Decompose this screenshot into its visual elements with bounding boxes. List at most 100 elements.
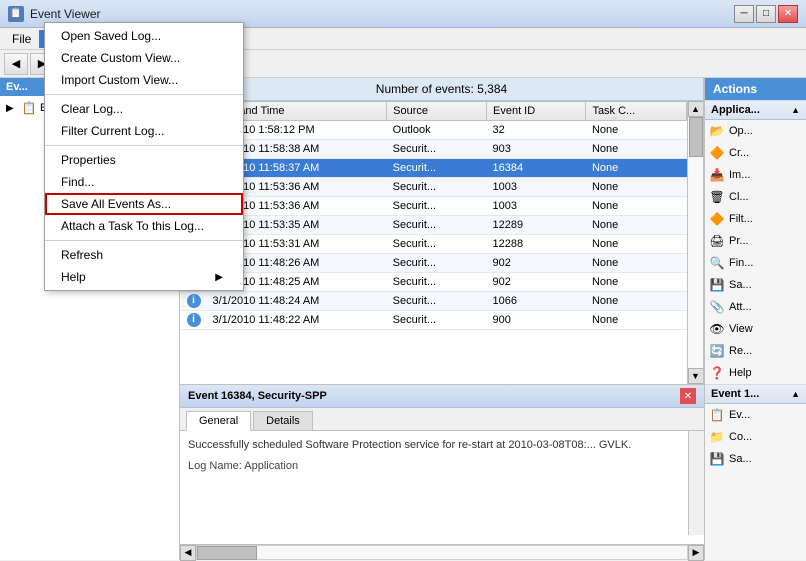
action-item-0-0[interactable]: 📂 Op... [705, 120, 806, 142]
action-group-label: Event 1... [711, 388, 759, 400]
maximize-button[interactable]: □ [756, 5, 776, 23]
action-item-icon: 📋 [709, 407, 725, 423]
col-task[interactable]: Task C... [586, 102, 687, 121]
scroll-down-arrow[interactable]: ▼ [688, 368, 704, 384]
table-row[interactable]: i3/1/2010 11:53:36 AMSecurit...1003None [181, 178, 687, 197]
menu-item-5[interactable]: Properties [45, 149, 243, 171]
menu-item-10[interactable]: Help▶ [45, 266, 243, 288]
tab-general[interactable]: General [186, 411, 251, 431]
tree-icon: 📋 [21, 100, 37, 116]
table-cell: 32 [487, 121, 586, 140]
table-cell: 902 [487, 273, 586, 292]
menu-item-6[interactable]: Find... [45, 171, 243, 193]
menu-separator [45, 94, 243, 95]
scroll-right-btn[interactable]: ▶ [688, 545, 704, 561]
action-item-1-0[interactable]: 📋 Ev... [705, 404, 806, 426]
menu-item-1[interactable]: Create Custom View... [45, 47, 243, 69]
menu-item-2[interactable]: Import Custom View... [45, 69, 243, 91]
hscroll-track[interactable] [196, 545, 688, 560]
back-button[interactable]: ◀ [4, 53, 28, 75]
action-item-label: Ev... [729, 409, 750, 421]
action-item-0-3[interactable]: 🗑Cl... [705, 186, 806, 208]
table-cell: None [586, 311, 687, 330]
row-icon: i [187, 313, 201, 327]
table-cell: None [586, 197, 687, 216]
table-row[interactable]: i3/1/2010 11:48:22 AMSecurit...900None [181, 311, 687, 330]
table-row[interactable]: i3/1/2010 11:53:35 AMSecurit...12289None [181, 216, 687, 235]
action-item-label: Cr... [729, 147, 749, 159]
table-row[interactable]: i3/1/2010 1:58:12 PMOutlook32None [181, 121, 687, 140]
action-item-0-4[interactable]: 🔶Filt... [705, 208, 806, 230]
action-item-label: Re... [729, 345, 752, 357]
table-cell: 1003 [487, 178, 586, 197]
action-item-1-1[interactable]: 📁Co... [705, 426, 806, 448]
table-cell: 12289 [487, 216, 586, 235]
table-cell: Outlook [387, 121, 487, 140]
group-collapse-icon: ▲ [791, 389, 800, 399]
action-item-icon: ❓ [709, 365, 725, 381]
col-eventid[interactable]: Event ID [487, 102, 586, 121]
table-cell: Securit... [387, 273, 487, 292]
action-item-0-5[interactable]: 🖨Pr... [705, 230, 806, 252]
action-item-0-1[interactable]: 🔶Cr... [705, 142, 806, 164]
table-cell: Securit... [387, 178, 487, 197]
detail-title: Event 16384, Security-SPP [188, 390, 327, 402]
action-item-icon: 📂 [709, 123, 725, 139]
menu-file[interactable]: File [4, 30, 39, 48]
action-item-icon: 👁 [709, 321, 725, 337]
action-item-icon: 🔍 [709, 255, 725, 271]
table-cell: Securit... [387, 292, 487, 311]
table-row[interactable]: i3/1/2010 11:58:38 AMSecurit...903None [181, 140, 687, 159]
action-item-icon: 📁 [709, 429, 725, 445]
action-item-0-6[interactable]: 🔍Fin... [705, 252, 806, 274]
detail-scrollbar[interactable] [688, 431, 704, 535]
minimize-button[interactable]: ─ [734, 5, 754, 23]
table-cell: 16384 [487, 159, 586, 178]
scroll-left-btn[interactable]: ◀ [180, 545, 196, 561]
action-item-0-8[interactable]: 📎Att... [705, 296, 806, 318]
menu-item-7[interactable]: Save All Events As... [45, 193, 243, 215]
action-item-label: Sa... [729, 279, 752, 291]
menu-item-8[interactable]: Attach a Task To this Log... [45, 215, 243, 237]
events-table: Date and Time Source Event ID Task C... … [180, 101, 687, 330]
action-item-label: Pr... [729, 235, 749, 247]
action-item-0-10[interactable]: 🔄 Re... [705, 340, 806, 362]
table-row[interactable]: i3/1/2010 11:53:36 AMSecurit...1003None [181, 197, 687, 216]
table-row[interactable]: i3/1/2010 11:48:26 AMSecurit...902None [181, 254, 687, 273]
table-cell: Securit... [387, 311, 487, 330]
scroll-up-arrow[interactable]: ▲ [688, 101, 704, 117]
table-cell: None [586, 121, 687, 140]
detail-panel: Event 16384, Security-SPP ✕ General Deta… [180, 384, 704, 544]
center-panel: Number of events: 5,384 Date and Time So… [180, 78, 704, 384]
menu-item-4[interactable]: Filter Current Log... [45, 120, 243, 142]
action-group-header-0[interactable]: Applica...▲ [705, 100, 806, 120]
action-group-header-1[interactable]: Event 1... ▲ [705, 384, 806, 404]
close-button[interactable]: ✕ [778, 5, 798, 23]
action-item-0-11[interactable]: ❓Help [705, 362, 806, 384]
table-row[interactable]: i3/1/2010 11:48:25 AMSecurit...902None [181, 273, 687, 292]
detail-close-button[interactable]: ✕ [680, 388, 696, 404]
action-item-0-2[interactable]: 📥Im... [705, 164, 806, 186]
scroll-thumb[interactable] [689, 117, 703, 157]
action-item-0-7[interactable]: 💾Sa... [705, 274, 806, 296]
actions-header-label: Actions [713, 82, 757, 96]
tab-details[interactable]: Details [253, 411, 313, 430]
menu-item-9[interactable]: Refresh [45, 244, 243, 266]
col-source[interactable]: Source [387, 102, 487, 121]
action-item-icon: 🔄 [709, 343, 725, 359]
table-row[interactable]: i3/1/2010 11:58:37 AMSecurit...16384None [181, 159, 687, 178]
table-row[interactable]: i3/1/2010 11:53:31 AMSecurit...12288None [181, 235, 687, 254]
scroll-track[interactable] [688, 117, 703, 368]
action-dropdown-menu: Open Saved Log...Create Custom View...Im… [44, 22, 244, 291]
action-item-label: Op... [729, 125, 753, 137]
vertical-scrollbar[interactable]: ▲ ▼ [687, 101, 703, 384]
hscroll-thumb[interactable] [197, 546, 257, 560]
table-cell: Securit... [387, 159, 487, 178]
action-item-0-9[interactable]: 👁View [705, 318, 806, 340]
events-count: Number of events: 5,384 [376, 82, 507, 96]
action-item-1-2[interactable]: 💾Sa... [705, 448, 806, 470]
table-cell: None [586, 159, 687, 178]
menu-item-3[interactable]: Clear Log... [45, 98, 243, 120]
menu-item-0[interactable]: Open Saved Log... [45, 25, 243, 47]
table-row[interactable]: i3/1/2010 11:48:24 AMSecurit...1066None [181, 292, 687, 311]
